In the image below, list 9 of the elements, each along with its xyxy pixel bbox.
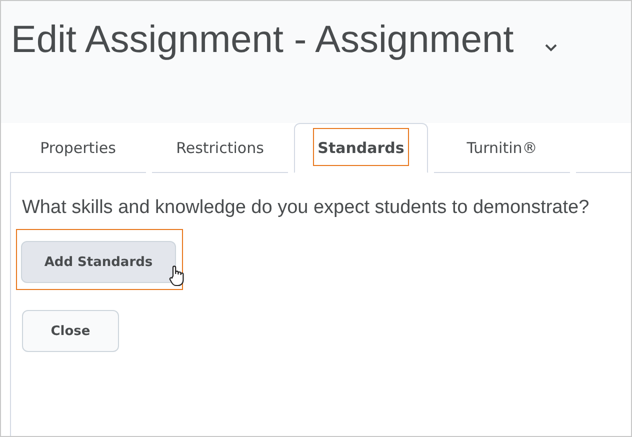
tab[interactable]: Turnitin® <box>434 123 570 173</box>
tab[interactable]: Standards <box>294 123 428 173</box>
tab[interactable]: Properties <box>10 123 146 173</box>
action-button[interactable]: Close <box>22 310 119 352</box>
action-button[interactable]: Add Standards <box>21 241 176 283</box>
question-text: What skills and knowledge do you expect students to demonstrate? <box>22 197 590 219</box>
page-title: Edit Assignment - Assignment <box>11 18 514 63</box>
tab[interactable]: Restrictions <box>152 123 288 173</box>
chevron-down-icon[interactable] <box>544 43 558 52</box>
